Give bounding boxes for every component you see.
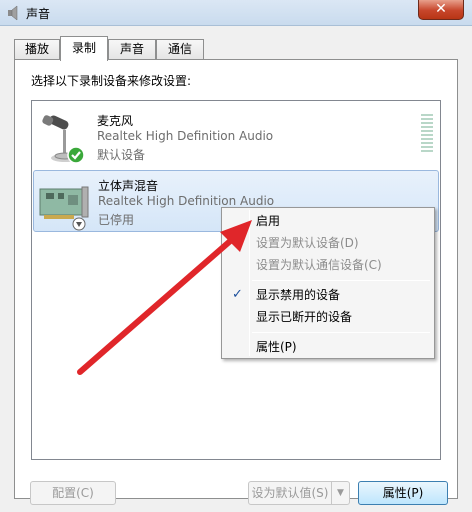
device-name: 麦克风: [97, 114, 134, 128]
tab-sounds[interactable]: 声音: [108, 39, 156, 60]
menu-separator: [252, 280, 430, 281]
properties-button[interactable]: 属性(P): [358, 481, 448, 505]
tab-communications[interactable]: 通信: [156, 39, 204, 60]
menu-item-label: 属性(P): [256, 340, 297, 354]
window-title: 声音: [26, 7, 51, 21]
green-check-icon: [67, 146, 85, 164]
device-item-microphone[interactable]: 麦克风 Realtek High Definition Audio 默认设备: [33, 106, 439, 168]
close-button[interactable]: ✕: [418, 0, 464, 20]
menu-item-show-disconnected[interactable]: 显示已断开的设备: [224, 306, 432, 328]
menu-item-label: 启用: [256, 214, 281, 228]
tab-playback[interactable]: 播放: [14, 39, 60, 60]
device-name: 立体声混音: [98, 179, 159, 193]
speaker-icon: [8, 5, 18, 21]
menu-item-set-default-comm[interactable]: 设置为默认通信设备(C): [224, 254, 432, 276]
disabled-arrow-icon: [72, 217, 86, 231]
device-status: 默认设备: [97, 148, 146, 162]
menu-item-properties[interactable]: 属性(P): [224, 336, 432, 358]
menu-item-set-default[interactable]: 设置为默认设备(D): [224, 232, 432, 254]
menu-item-show-disabled[interactable]: ✓ 显示禁用的设备: [224, 284, 432, 306]
set-default-label: 设为默认值(S): [251, 486, 329, 500]
device-driver: Realtek High Definition Audio: [98, 194, 275, 208]
context-menu: 启用 设置为默认设备(D) 设置为默认通信设备(C) ✓ 显示禁用的设备 显示已…: [221, 207, 435, 359]
title-bar: 声音 ✕: [0, 0, 472, 26]
device-driver: Realtek High Definition Audio: [97, 129, 274, 143]
instruction-text: 选择以下录制设备来修改设置:: [31, 74, 192, 88]
menu-separator: [252, 332, 430, 333]
configure-button[interactable]: 配置(C): [30, 481, 116, 505]
set-default-button[interactable]: 设为默认值(S) ▼: [248, 481, 350, 505]
device-status: 已停用: [98, 213, 135, 227]
menu-item-label: 设置为默认通信设备(C): [256, 258, 382, 272]
menu-item-label: 设置为默认设备(D): [256, 236, 359, 250]
chevron-down-icon[interactable]: ▼: [331, 482, 349, 504]
level-meter: [421, 114, 433, 156]
menu-item-enable[interactable]: 启用: [224, 210, 432, 232]
menu-item-label: 显示禁用的设备: [256, 288, 341, 302]
menu-item-label: 显示已断开的设备: [256, 310, 353, 324]
tab-recording[interactable]: 录制: [60, 36, 108, 61]
checkmark-icon: ✓: [232, 287, 243, 302]
